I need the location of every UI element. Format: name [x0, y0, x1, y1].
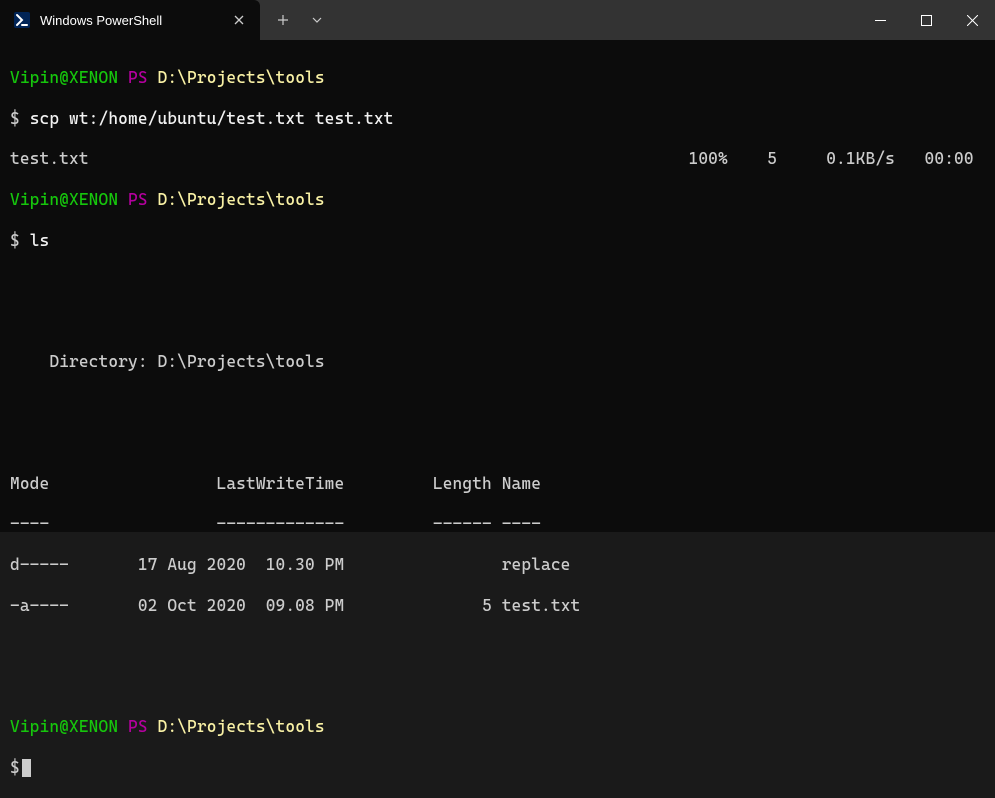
prompt-line: Vipin@XENON PS D:\Projects\tools	[10, 190, 985, 210]
titlebar-tab-actions	[260, 0, 334, 40]
minimize-button[interactable]	[857, 0, 903, 40]
tab-title: Windows PowerShell	[40, 13, 190, 28]
tab-dropdown-button[interactable]	[300, 0, 334, 40]
prompt-line: Vipin@XENON PS D:\Projects\tools	[10, 68, 985, 88]
prompt-line: Vipin@XENON PS D:\Projects\tools	[10, 717, 985, 737]
command-line: $ scp wt:/home/ubuntu/test.txt test.txt	[10, 109, 985, 129]
window-controls	[857, 0, 995, 40]
blank-line	[10, 271, 985, 291]
close-window-button[interactable]	[949, 0, 995, 40]
maximize-button[interactable]	[903, 0, 949, 40]
prompt-cursor-line: $	[10, 758, 985, 778]
table-row: d----- 17 Aug 2020 10.30 PM replace	[10, 555, 985, 575]
tab-powershell[interactable]: Windows PowerShell	[0, 0, 260, 40]
terminal-pane[interactable]: Vipin@XENON PS D:\Projects\tools $ scp w…	[0, 40, 995, 532]
blank-line	[10, 636, 985, 656]
scp-output: test.txt 100% 5 0.1KB/s 00:00	[10, 149, 985, 169]
blank-line	[10, 393, 985, 413]
tab-close-button[interactable]	[230, 11, 248, 29]
table-header: Mode LastWriteTime Length Name	[10, 474, 985, 494]
new-tab-button[interactable]	[266, 0, 300, 40]
cursor	[22, 759, 31, 777]
blank-line	[10, 433, 985, 453]
powershell-icon	[14, 12, 30, 28]
command-line: $ ls	[10, 231, 985, 251]
table-row: -a---- 02 Oct 2020 09.08 PM 5 test.txt	[10, 596, 985, 616]
blank-line	[10, 677, 985, 697]
directory-header: Directory: D:\Projects\tools	[10, 352, 985, 372]
titlebar: Windows PowerShell	[0, 0, 995, 40]
titlebar-drag-region[interactable]	[334, 0, 857, 40]
blank-line	[10, 312, 985, 332]
